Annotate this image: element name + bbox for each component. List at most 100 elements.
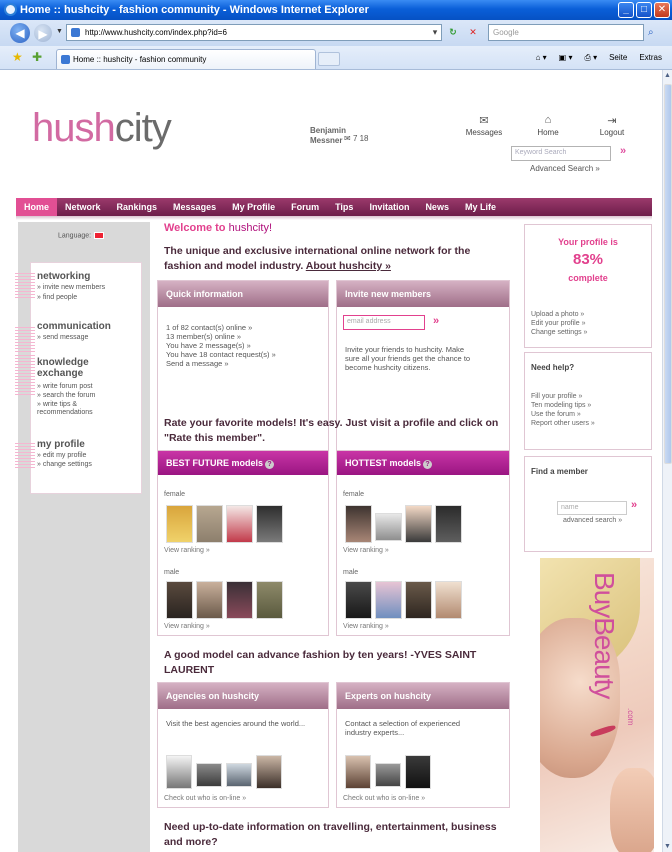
agency-photo[interactable]	[226, 763, 252, 787]
nav-messages[interactable]: Messages	[165, 198, 224, 216]
user-name[interactable]: Benjamin Messner	[310, 126, 346, 146]
send-message-link[interactable]: Send a message »	[166, 359, 229, 368]
tools-menu[interactable]: Extras	[639, 50, 662, 66]
help-icon[interactable]: ?	[265, 460, 275, 469]
agency-photo[interactable]	[196, 763, 222, 787]
contacts-online-link[interactable]: 1 of 82 contact(s) online »	[166, 323, 252, 332]
fill-profile-link[interactable]: Fill your profile »	[531, 393, 582, 401]
view-ranking-link[interactable]: View ranking »	[164, 623, 210, 630]
advanced-search-link[interactable]: Advanced Search »	[530, 164, 600, 173]
expert-photo[interactable]	[405, 755, 431, 789]
refresh-icon[interactable]: ↻	[446, 24, 460, 41]
logout-link[interactable]: ⇥ Logout	[590, 114, 634, 137]
nav-tips[interactable]: Tips	[327, 198, 361, 216]
report-users-link[interactable]: Report other users »	[531, 420, 595, 428]
model-photo[interactable]	[226, 581, 253, 619]
change-settings-link[interactable]: » change settings	[37, 461, 92, 469]
tab-home[interactable]: Home :: hushcity - fashion community	[56, 49, 316, 69]
help-icon[interactable]: ?	[423, 460, 433, 469]
members-online-link[interactable]: 13 member(s) online »	[166, 332, 241, 341]
messages-count-link[interactable]: You have 2 message(s) »	[166, 341, 251, 350]
write-tips-link-cont[interactable]: recommendations	[37, 409, 93, 417]
advanced-search-link[interactable]: advanced search »	[563, 517, 622, 525]
edit-profile-link[interactable]: Edit your profile »	[531, 320, 585, 328]
write-tips-link[interactable]: » write tips &	[37, 401, 77, 409]
nav-network[interactable]: Network	[57, 198, 109, 216]
page-menu[interactable]: Seite	[609, 50, 627, 66]
agencies-online-link[interactable]: Check out who is on-line »	[164, 795, 246, 802]
modeling-tips-link[interactable]: Ten modeling tips »	[531, 402, 591, 410]
write-forum-post-link[interactable]: » write forum post	[37, 383, 93, 391]
send-message-link[interactable]: » send message	[37, 334, 88, 342]
invite-new-members-link[interactable]: » invite new members	[37, 284, 105, 292]
back-button[interactable]: ◀	[10, 23, 30, 43]
nav-news[interactable]: News	[417, 198, 457, 216]
nav-my-life[interactable]: My Life	[457, 198, 504, 216]
view-ranking-link[interactable]: View ranking »	[343, 547, 389, 554]
model-photo[interactable]	[435, 505, 462, 543]
section-knowledge-exchange[interactable]: knowledge exchange	[37, 357, 127, 379]
model-photo[interactable]	[435, 581, 462, 619]
language-selector[interactable]: Language:	[58, 232, 105, 239]
messages-link[interactable]: ✉ Messages	[462, 114, 506, 137]
close-button[interactable]: ✕	[654, 2, 670, 18]
model-photo[interactable]	[256, 505, 283, 543]
nav-home[interactable]: Home	[16, 198, 58, 216]
search-icon[interactable]: ⌕	[648, 24, 662, 41]
nav-rankings[interactable]: Rankings	[109, 198, 166, 216]
expert-photo[interactable]	[375, 763, 401, 787]
model-photo[interactable]	[345, 505, 372, 543]
vertical-scrollbar[interactable]: ▲ ▼	[662, 70, 672, 852]
contact-requests-link[interactable]: You have 18 contact request(s) »	[166, 350, 276, 359]
minimize-button[interactable]: _	[618, 2, 634, 18]
model-photo[interactable]	[166, 505, 193, 543]
find-member-go-icon[interactable]: »	[631, 499, 637, 511]
scroll-down-icon[interactable]: ▼	[664, 843, 671, 850]
search-forum-link[interactable]: » search the forum	[37, 392, 95, 400]
keyword-search-input[interactable]: Keyword Search	[511, 146, 611, 161]
maximize-button[interactable]: □	[636, 2, 652, 18]
use-forum-link[interactable]: Use the forum »	[531, 411, 581, 419]
buybeauty-ad[interactable]: BuyBeauty .com	[540, 558, 654, 852]
new-tab-button[interactable]	[318, 52, 340, 66]
history-dropdown-icon[interactable]: ▼	[56, 28, 63, 35]
home-tool-icon[interactable]: ⌂ ▾	[536, 50, 547, 66]
section-my-profile[interactable]: my profile	[37, 439, 85, 450]
home-link[interactable]: ⌂ Home	[526, 114, 570, 137]
model-photo[interactable]	[375, 581, 402, 619]
email-address-input[interactable]: email address	[343, 315, 425, 330]
stop-icon[interactable]: ✕	[466, 24, 480, 41]
user-stats[interactable]: ✉ 7 18	[344, 134, 369, 143]
member-name-input[interactable]: name	[557, 501, 627, 515]
site-logo[interactable]: hushcity	[32, 108, 172, 148]
scrollbar-thumb[interactable]	[664, 84, 672, 464]
model-photo[interactable]	[226, 505, 253, 543]
model-photo[interactable]	[375, 513, 402, 541]
favorites-star-icon[interactable]: ★	[12, 50, 23, 64]
nav-invitation[interactable]: Invitation	[361, 198, 417, 216]
view-ranking-link[interactable]: View ranking »	[343, 623, 389, 630]
print-icon[interactable]: ⎙ ▾	[584, 50, 597, 66]
agency-photo[interactable]	[166, 755, 192, 789]
agency-photo[interactable]	[256, 755, 282, 789]
expert-photo[interactable]	[345, 755, 371, 789]
experts-online-link[interactable]: Check out who is on-line »	[343, 795, 425, 802]
model-photo[interactable]	[405, 505, 432, 543]
address-dropdown-icon[interactable]: ▾	[428, 24, 442, 41]
scroll-up-icon[interactable]: ▲	[664, 72, 671, 79]
add-favorite-icon[interactable]: ✚	[32, 50, 42, 64]
feeds-icon[interactable]: ▣ ▾	[559, 50, 573, 66]
model-photo[interactable]	[196, 505, 223, 543]
model-photo[interactable]	[196, 581, 223, 619]
section-networking[interactable]: networking	[37, 271, 90, 282]
model-photo[interactable]	[345, 581, 372, 619]
upload-photo-link[interactable]: Upload a photo »	[531, 311, 584, 319]
model-photo[interactable]	[405, 581, 432, 619]
forward-button[interactable]: ▶	[34, 24, 52, 42]
keyword-search-go-icon[interactable]: »	[620, 145, 626, 157]
view-ranking-link[interactable]: View ranking »	[164, 547, 210, 554]
model-photo[interactable]	[166, 581, 193, 619]
nav-my-profile[interactable]: My Profile	[224, 198, 283, 216]
address-input[interactable]: http://www.hushcity.com/index.php?id=6	[66, 24, 442, 41]
search-input[interactable]: Google	[488, 24, 644, 41]
